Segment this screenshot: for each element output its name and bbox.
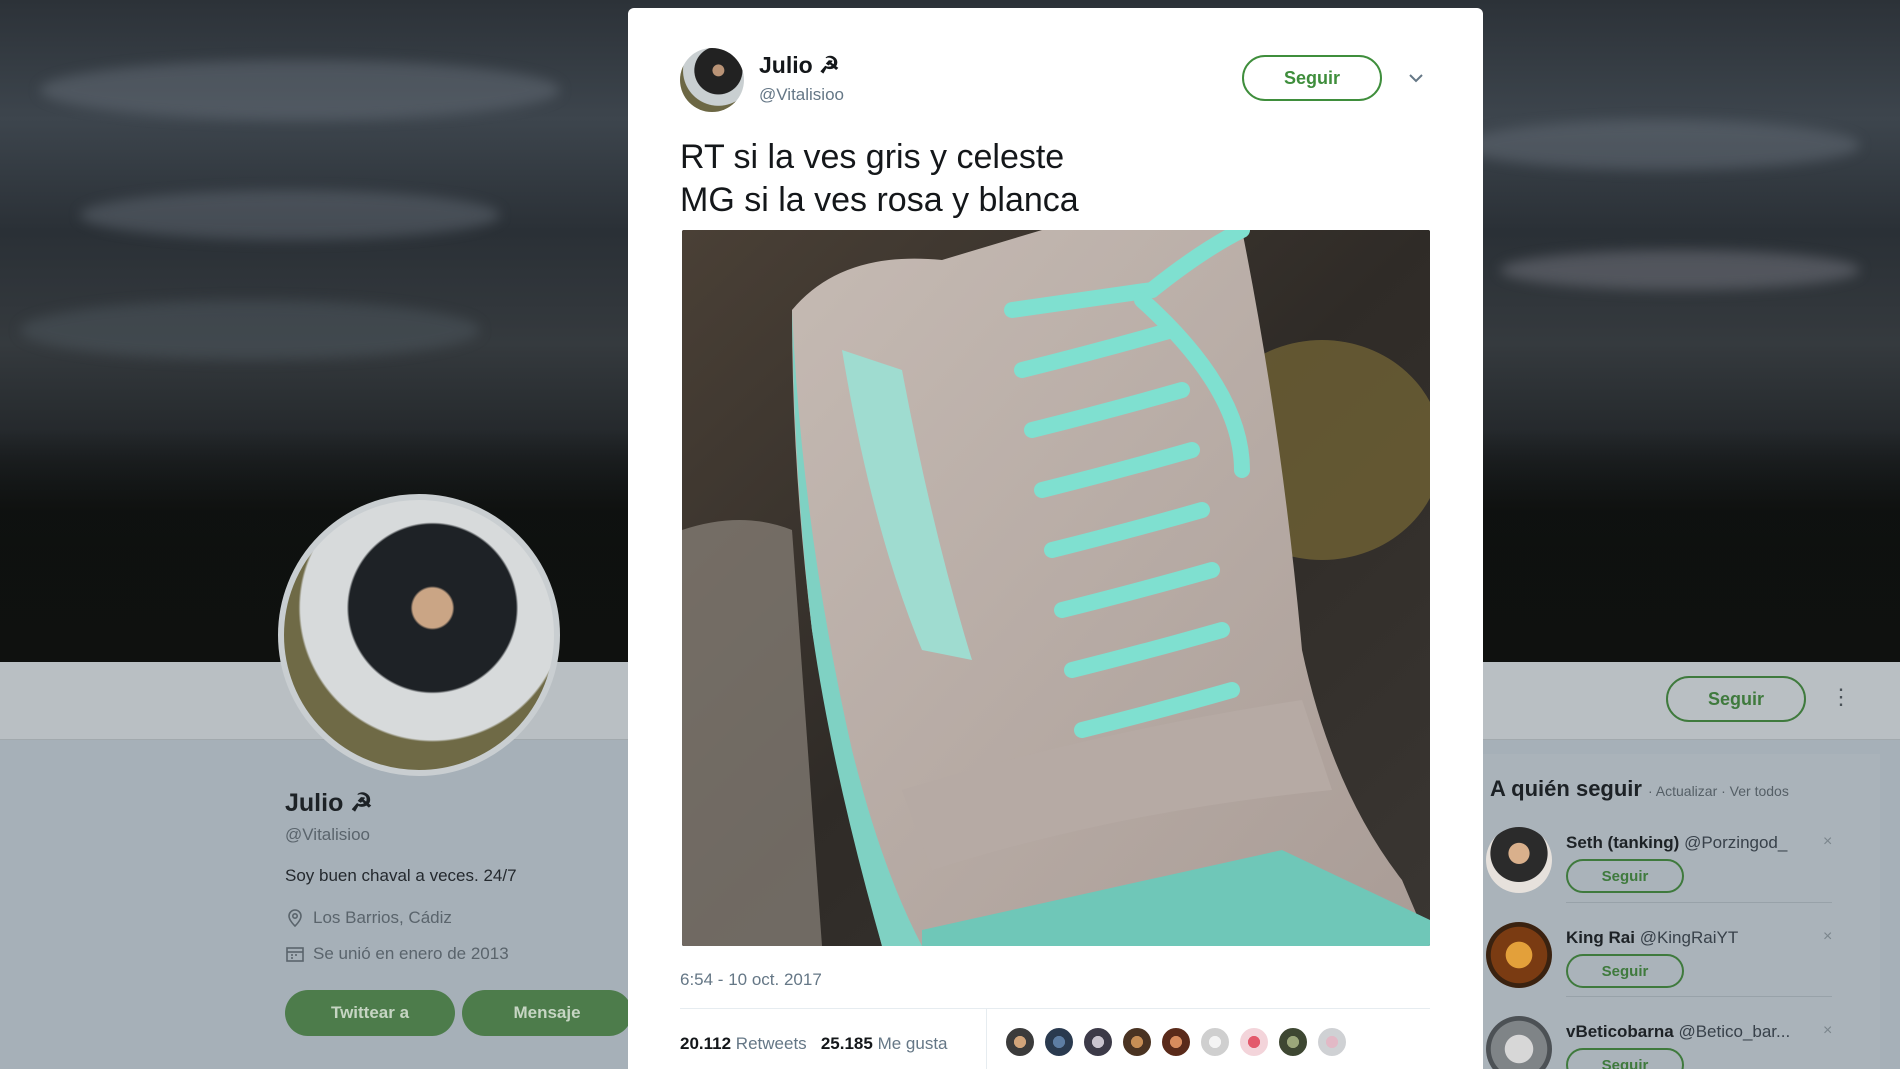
sneaker-photo <box>682 230 1430 946</box>
profile-handle[interactable]: @Vitalisioo <box>285 825 370 845</box>
divider <box>1566 902 1832 903</box>
retweets-count: 20.112 <box>680 1034 732 1053</box>
avatar[interactable] <box>1004 1026 1036 1058</box>
tweet-timestamp[interactable]: 6:54 - 10 oct. 2017 <box>680 970 822 990</box>
profile-location-text: Los Barrios, Cádiz <box>313 908 452 927</box>
dismiss-icon[interactable]: × <box>1823 833 1832 851</box>
dismiss-icon[interactable]: × <box>1823 928 1832 946</box>
tweet-photo[interactable] <box>682 230 1430 946</box>
tweet-follow-button[interactable]: Seguir <box>1242 55 1382 101</box>
who-to-follow-user[interactable]: vBeticobarna @Betico_bar... <box>1566 1022 1790 1042</box>
calendar-icon <box>286 947 304 962</box>
message-button[interactable]: Mensaje <box>462 990 632 1036</box>
profile-bio: Soy buen chaval a veces. 24/7 <box>285 866 517 885</box>
tweet-author-name[interactable]: Julio ☭ <box>759 52 840 79</box>
profile-name: Julio ☭ <box>285 789 373 817</box>
tweet-author-avatar[interactable] <box>680 48 744 112</box>
who-to-follow-title: A quién seguir · Actualizar · Ver todos <box>1490 776 1789 802</box>
likes-stat[interactable]: 25.185 Me gusta <box>821 1034 948 1053</box>
avatar[interactable] <box>1043 1026 1075 1058</box>
tweet-to-button[interactable]: Twittear a <box>285 990 455 1036</box>
user-handle: @KingRaiYT <box>1639 928 1739 947</box>
chevron-down-icon[interactable] <box>1408 70 1424 86</box>
avatar[interactable] <box>1082 1026 1114 1058</box>
avatar[interactable] <box>1486 922 1552 988</box>
avatar[interactable] <box>1486 827 1552 893</box>
profile-joined-text: Se unió en enero de 2013 <box>313 944 509 963</box>
more-options-icon[interactable]: ⋮ <box>1830 684 1852 710</box>
likes-label: Me gusta <box>877 1034 948 1053</box>
tweet-stats: 20.112 Retweets 25.185 Me gusta <box>680 1034 948 1054</box>
tweet-author-handle[interactable]: @Vitalisioo <box>759 85 844 105</box>
likes-count: 25.185 <box>820 1034 873 1053</box>
retweets-stat[interactable]: 20.112 Retweets <box>680 1034 807 1053</box>
profile-joined: Se unió en enero de 2013 <box>285 944 509 964</box>
user-name: King Rai <box>1566 928 1635 947</box>
avatar[interactable] <box>1199 1026 1231 1058</box>
avatar[interactable] <box>1238 1026 1270 1058</box>
who-to-follow-heading: A quién seguir <box>1490 776 1642 801</box>
profile-follow-button[interactable]: Seguir <box>1666 676 1806 722</box>
tweet-text: RT si la ves gris y celeste MG si la ves… <box>680 138 1079 219</box>
avatar[interactable] <box>1316 1026 1348 1058</box>
avatar[interactable] <box>1277 1026 1309 1058</box>
follow-button[interactable]: Seguir <box>1566 859 1684 893</box>
user-name: Seth (tanking) <box>1566 833 1680 852</box>
user-handle: @Porzingod_ <box>1684 833 1788 852</box>
follow-button[interactable]: Seguir <box>1566 1048 1684 1069</box>
who-to-follow-actions[interactable]: · Actualizar · Ver todos <box>1648 783 1789 799</box>
tweet-modal: Julio ☭ @Vitalisioo Seguir RT si la ves … <box>628 8 1483 1069</box>
divider <box>1566 996 1832 997</box>
avatar[interactable] <box>1121 1026 1153 1058</box>
who-to-follow-user[interactable]: King Rai @KingRaiYT <box>1566 928 1738 948</box>
location-pin-icon <box>288 909 302 928</box>
divider <box>986 1009 987 1069</box>
profile-avatar[interactable] <box>278 494 560 776</box>
retweets-label: Retweets <box>735 1034 807 1053</box>
profile-location: Los Barrios, Cádiz <box>285 908 452 928</box>
avatar[interactable] <box>1160 1026 1192 1058</box>
user-name: vBeticobarna <box>1566 1022 1674 1041</box>
divider <box>680 1008 1430 1009</box>
follow-button[interactable]: Seguir <box>1566 954 1684 988</box>
who-to-follow-user[interactable]: Seth (tanking) @Porzingod_ <box>1566 833 1787 853</box>
likers-avatars <box>1004 1026 1348 1058</box>
user-handle: @Betico_bar... <box>1678 1022 1791 1041</box>
dismiss-icon[interactable]: × <box>1823 1022 1832 1040</box>
